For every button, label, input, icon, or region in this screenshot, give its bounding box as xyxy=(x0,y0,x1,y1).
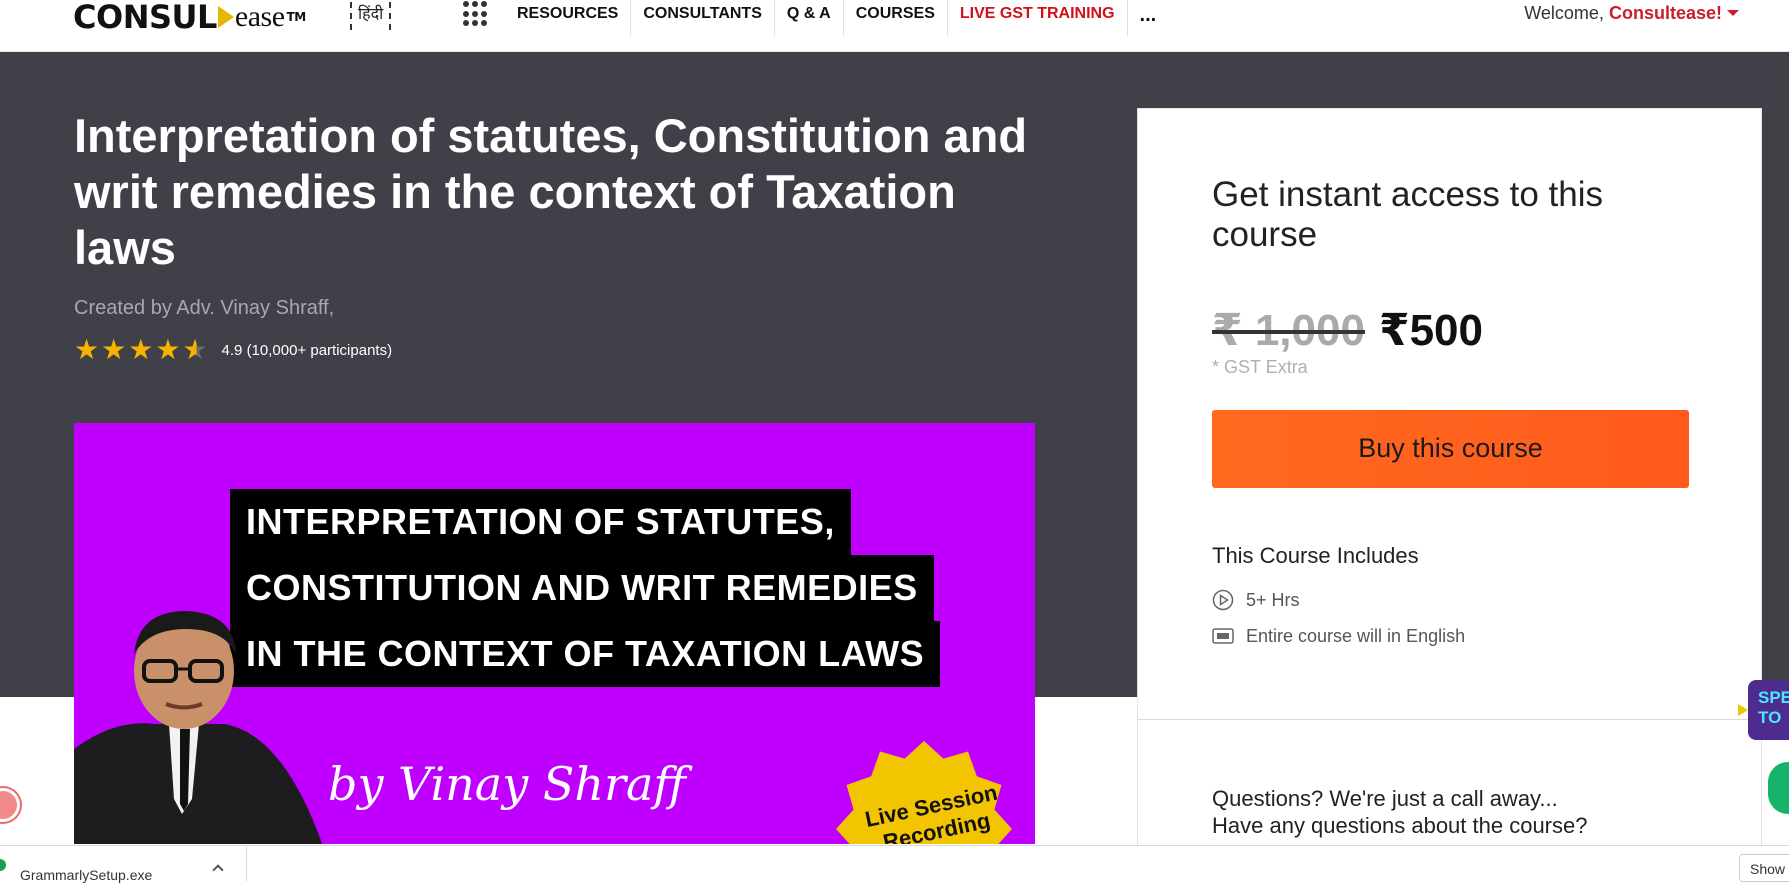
download-bar: GrammarlySetup.exe Show xyxy=(0,845,1789,883)
sale-price: ₹500 xyxy=(1378,306,1483,355)
logo-play-icon xyxy=(217,6,234,28)
chevron-down-icon[interactable] xyxy=(1727,10,1739,16)
speak-arrow-icon xyxy=(1738,704,1748,716)
apps-grid-icon[interactable] xyxy=(463,1,491,27)
download-file-icon xyxy=(0,859,6,871)
chevron-up-icon[interactable] xyxy=(212,864,224,876)
main-menu: RESOURCES CONSULTANTS Q & A COURSES LIVE… xyxy=(505,0,1168,36)
menu-courses[interactable]: COURSES xyxy=(844,0,948,36)
play-circle-icon xyxy=(1212,589,1234,611)
card-divider xyxy=(1138,719,1763,720)
rating-text: 4.9 (10,000+ participants) xyxy=(221,341,393,359)
menu-consultants[interactable]: CONSULTANTS xyxy=(631,0,775,36)
course-author: Created by Adv. Vinay Shraff, xyxy=(74,297,335,319)
include-language: Entire course will in English xyxy=(1212,625,1465,647)
gst-note: * GST Extra xyxy=(1212,357,1308,377)
language-icon xyxy=(1212,625,1234,647)
thumbnail-title-line: INTERPRETATION OF STATUTES, xyxy=(230,489,851,555)
menu-more[interactable]: ... xyxy=(1128,0,1169,36)
user-welcome[interactable]: Welcome, Consultease! xyxy=(1524,3,1739,24)
course-thumbnail[interactable]: INTERPRETATION OF STATUTES, CONSTITUTION… xyxy=(74,423,1035,844)
consultease-logo[interactable]: CONSUL ease TM xyxy=(73,0,306,36)
menu-resources[interactable]: RESOURCES xyxy=(505,0,632,36)
menu-live-gst-training[interactable]: LIVE GST TRAINING xyxy=(948,0,1128,36)
includes-heading: This Course Includes xyxy=(1212,543,1419,568)
thumbnail-title-line: CONSTITUTION AND WRIT REMEDIES xyxy=(230,555,934,621)
half-star-icon: ★ xyxy=(182,334,208,365)
purchase-card: Get instant access to this course ₹ 1,00… xyxy=(1137,108,1763,880)
purchase-heading: Get instant access to this course xyxy=(1212,175,1604,254)
include-duration: 5+ Hrs xyxy=(1212,589,1300,611)
course-title: Interpretation of statutes, Constitution… xyxy=(74,109,1028,274)
top-nav: CONSUL ease TM हिंदी RESOURCES CONSULTANTS… xyxy=(0,0,1789,52)
thumbnail-byline: by Vinay Shraff xyxy=(328,757,686,811)
download-file-name: GrammarlySetup.exe xyxy=(20,867,153,883)
instructor-photo xyxy=(74,611,323,844)
questions-text: Questions? We're just a call away... Hav… xyxy=(1212,786,1588,838)
user-name[interactable]: Consultease! xyxy=(1609,3,1722,23)
chat-bubble-icon[interactable] xyxy=(0,788,20,822)
star-icon: ★ xyxy=(74,334,100,365)
star-icon: ★ xyxy=(101,334,127,365)
buy-course-button[interactable]: Buy this course xyxy=(1212,410,1689,488)
rating-stars: ★ ★ ★ ★ ★ xyxy=(74,336,208,364)
speak-widget[interactable]: SPE TO xyxy=(1748,680,1789,740)
star-icon: ★ xyxy=(155,334,181,365)
whatsapp-icon[interactable] xyxy=(1768,762,1789,814)
thumbnail-title-line: IN THE CONTEXT OF TAXATION LAWS xyxy=(230,621,941,687)
course-rating: ★ ★ ★ ★ ★ 4.9 (10,000+ participants) xyxy=(74,336,392,364)
download-item[interactable]: GrammarlySetup.exe xyxy=(0,846,247,883)
star-icon: ★ xyxy=(128,334,154,365)
original-price: ₹ 1,000 xyxy=(1212,306,1365,355)
menu-qa[interactable]: Q & A xyxy=(775,0,844,36)
language-hindi-toggle[interactable]: हिंदी xyxy=(350,2,392,30)
show-all-button[interactable]: Show xyxy=(1739,854,1789,882)
price: ₹ 1,000 ₹500 xyxy=(1212,305,1483,356)
